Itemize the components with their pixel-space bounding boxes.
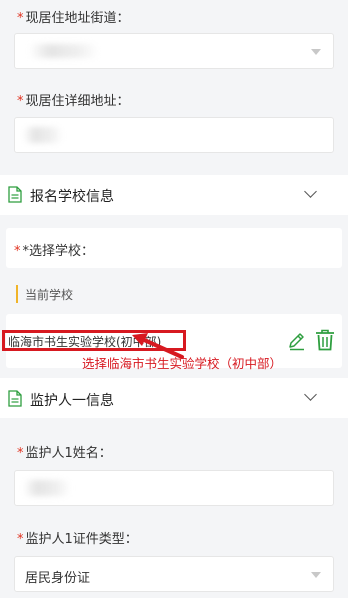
select-school-label: * *选择学校：: [14, 240, 94, 259]
edit-icon[interactable]: [287, 331, 307, 351]
guardian-name-label-text: 监护人1姓名：: [25, 446, 112, 461]
guardian-name-label: * 监护人1姓名：: [17, 442, 112, 461]
required-asterisk: *: [17, 532, 24, 547]
guardian-name-input[interactable]: [14, 470, 334, 506]
required-asterisk: *: [14, 244, 21, 259]
redacted-value: [23, 480, 71, 496]
required-asterisk: *: [17, 446, 24, 461]
detail-address-input[interactable]: [14, 117, 334, 153]
detail-address-label: * 现居住详细地址：: [17, 90, 130, 109]
required-asterisk: *: [17, 11, 24, 26]
guardian-section-title: 监护人一信息: [30, 393, 114, 409]
annotation-text: 选择临海市书生实验学校（初中部）: [82, 356, 283, 371]
current-school-label: 当前学校: [25, 288, 74, 302]
chevron-down-icon: [311, 572, 321, 578]
guardian-id-type-value: 居民身份证: [25, 571, 91, 586]
street-address-select[interactable]: [14, 33, 334, 69]
guardian-id-type-label: * 监护人1证件类型：: [17, 528, 138, 547]
street-label-text: 现居住地址街道：: [25, 11, 130, 26]
document-icon: [8, 390, 22, 407]
guardian-section-header[interactable]: 监护人一信息: [0, 378, 348, 418]
school-section-title: 报名学校信息: [30, 189, 114, 205]
street-address-row: * 现居住地址街道：: [0, 0, 348, 82]
chevron-down-icon[interactable]: [304, 388, 317, 401]
school-section-header[interactable]: 报名学校信息: [0, 175, 348, 215]
document-icon: [8, 186, 22, 203]
guardian-name-row: * 监护人1姓名：: [0, 430, 348, 510]
detail-address-row: * 现居住详细地址：: [0, 82, 348, 170]
select-school-label-text: *选择学校：: [22, 244, 95, 259]
detail-label-text: 现居住详细地址：: [25, 94, 130, 109]
chevron-down-icon: [311, 49, 321, 55]
select-school-row[interactable]: * *选择学校：: [6, 228, 342, 268]
redacted-value: [29, 44, 99, 58]
chevron-down-icon[interactable]: [304, 185, 317, 198]
trash-icon[interactable]: [315, 329, 335, 351]
street-address-label: * 现居住地址街道：: [17, 7, 130, 26]
current-school-marker: [16, 285, 18, 303]
required-asterisk: *: [17, 94, 24, 109]
guardian-id-type-label-text: 监护人1证件类型：: [25, 532, 138, 547]
guardian-id-type-select[interactable]: 居民身份证: [14, 556, 334, 592]
redacted-value: [23, 127, 63, 143]
guardian-id-type-row: * 监护人1证件类型： 居民身份证: [0, 515, 348, 598]
